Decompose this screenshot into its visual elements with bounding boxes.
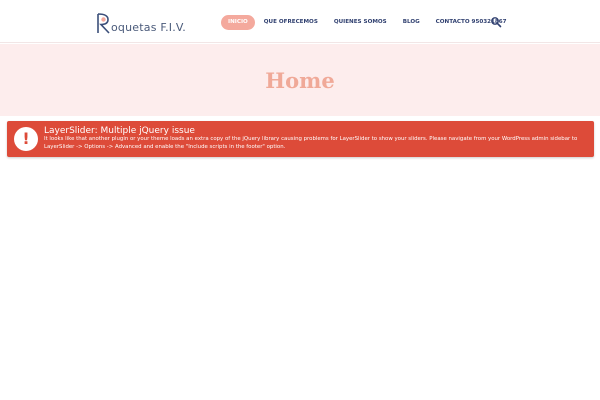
site-logo[interactable]: oquetas F.I.V. — [97, 10, 186, 34]
search-icon — [491, 17, 502, 28]
page-title: Home — [265, 68, 335, 93]
layerslider-alert: ! LayerSlider: Multiple jQuery issue It … — [7, 121, 594, 157]
nav-item-que-ofrecemos[interactable]: QUE OFRECEMOS — [257, 15, 325, 30]
nav-item-blog[interactable]: BLOG — [396, 15, 427, 30]
alert-message: It looks like that another plugin or you… — [44, 136, 578, 150]
nav-item-quienes-somos[interactable]: QUIENES SOMOS — [327, 15, 394, 30]
search-button[interactable] — [490, 15, 502, 28]
logo-r-icon — [97, 13, 110, 34]
site-header: oquetas F.I.V. INICIO QUE OFRECEMOS QUIE… — [0, 0, 600, 43]
main-nav: INICIO QUE OFRECEMOS QUIENES SOMOS BLOG … — [221, 14, 516, 30]
logo-text: oquetas F.I.V. — [111, 21, 186, 34]
nav-item-inicio[interactable]: INICIO — [221, 14, 255, 30]
exclamation-icon: ! — [14, 127, 38, 151]
exclamation-glyph: ! — [22, 129, 30, 148]
page-hero: Home — [0, 44, 600, 116]
alert-title: LayerSlider: Multiple jQuery issue — [44, 126, 195, 136]
